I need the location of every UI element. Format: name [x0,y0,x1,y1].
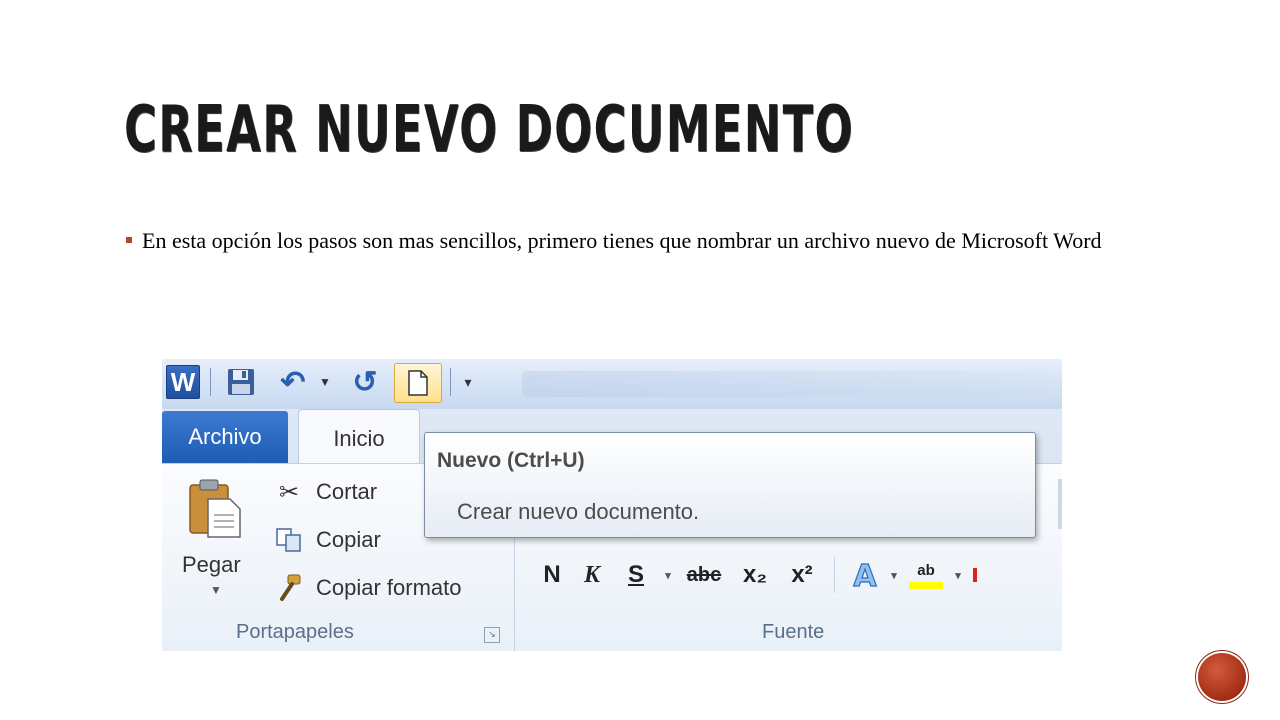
customize-toolbar-arrow[interactable]: ▾ [458,365,478,399]
toolbar-separator [210,368,211,396]
new-document-tooltip: Nuevo (Ctrl+U) Crear nuevo documento. [424,432,1036,538]
undo-icon[interactable]: ↶ [276,365,310,399]
cut-button[interactable]: ✂ Cortar [272,475,377,509]
format-painter-icon [272,571,306,605]
format-painter-button[interactable]: Copiar formato [272,571,462,605]
cut-label: Cortar [316,479,378,504]
highlight-label: ab [917,561,935,579]
font-format-buttons: N K S ▾ abc x₂ x² A ▾ ab ▾ [534,555,977,595]
svg-text:A: A [853,559,877,592]
bold-button[interactable]: N [534,555,570,595]
toolbar-separator [834,557,835,593]
highlight-color-bar [909,581,943,589]
font-color-stub [973,568,977,582]
slide-title: CREAR NUEVO DOCUMENTO [124,93,855,167]
ribbon-edge [1058,479,1062,529]
tooltip-title: Nuevo (Ctrl+U) [437,449,585,472]
dialog-launcher-icon[interactable]: ↘ [484,627,500,643]
save-icon[interactable] [224,365,258,399]
new-document-icon [408,370,428,396]
paste-icon[interactable] [186,477,244,539]
word-ribbon-screenshot: W ↶ ▼ ↺ ▾ Archivo Inicio Pegar ▼ ✂ Corta… [162,359,1062,651]
underline-button[interactable]: S [614,555,658,595]
quick-access-toolbar: W ↶ ▼ ↺ ▾ [162,359,1062,409]
highlight-dropdown-arrow[interactable]: ▾ [949,555,967,595]
copy-icon [272,523,306,557]
text-effects-dropdown-arrow[interactable]: ▾ [885,555,903,595]
copy-button[interactable]: Copiar [272,523,381,557]
fuente-group-label: Fuente [762,621,825,643]
superscript-button[interactable]: x² [780,555,824,595]
slide-nav-button[interactable] [1198,653,1246,701]
tooltip-description: Crear nuevo documento. [457,499,700,524]
underline-dropdown-arrow[interactable]: ▾ [658,555,678,595]
text-effects-icon[interactable]: A [845,555,885,595]
copy-label: Copiar [316,527,381,552]
repeat-icon[interactable]: ↺ [348,365,382,399]
tab-archivo[interactable]: Archivo [162,411,288,463]
tab-inicio[interactable]: Inicio [298,409,420,467]
highlight-button[interactable]: ab [903,555,949,595]
strikethrough-button[interactable]: abc [678,555,730,595]
title-bar-blur [522,371,1052,397]
new-document-button[interactable] [394,363,442,403]
format-painter-label: Copiar formato [316,575,462,600]
word-app-icon[interactable]: W [166,365,200,399]
scissors-icon: ✂ [278,478,300,506]
bullet-text: En esta opción los pasos son mas sencill… [142,228,1102,253]
paste-dropdown-arrow[interactable]: ▼ [210,583,222,597]
undo-dropdown-arrow[interactable]: ▼ [316,365,334,399]
toolbar-separator [450,368,451,396]
italic-button[interactable]: K [570,555,614,595]
portapapeles-group-label: Portapapeles [236,621,354,643]
bullet-marker [126,237,132,243]
paste-button-label[interactable]: Pegar [182,552,241,578]
subscript-button[interactable]: x₂ [730,555,780,595]
